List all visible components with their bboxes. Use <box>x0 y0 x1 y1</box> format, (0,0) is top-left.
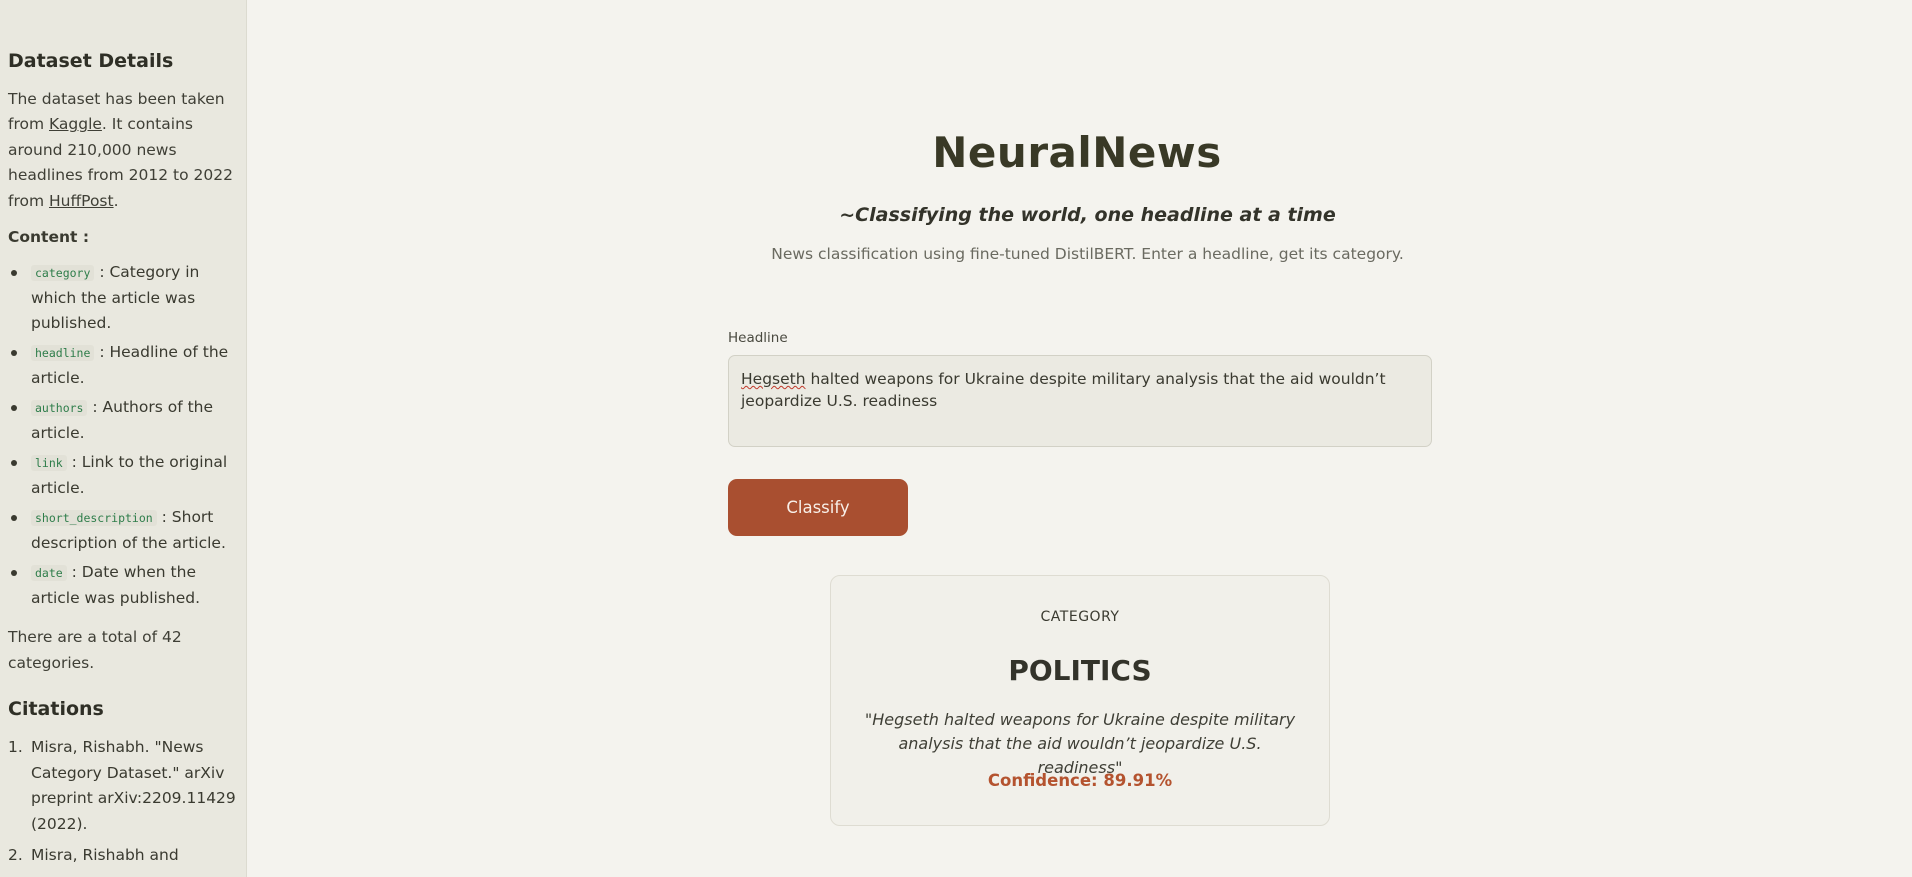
headline-input[interactable]: Hegseth halted weapons for Ukraine despi… <box>728 355 1432 447</box>
field-name: link <box>31 455 67 472</box>
main-content: NeuralNews ~Classifying the world, one h… <box>247 0 1912 877</box>
citations-heading: Citations <box>8 698 104 721</box>
headline-misspelled-word: Hegseth <box>741 370 806 388</box>
field-item: headline : Headline of the article. <box>11 340 238 391</box>
field-name: date <box>31 565 67 582</box>
app-title: NeuralNews <box>932 128 1222 177</box>
app-tagline: ~Classifying the world, one headline at … <box>839 204 1336 226</box>
dataset-intro-text-3: . <box>113 191 119 210</box>
content-label: Content : <box>8 228 90 247</box>
field-name: short_description <box>31 510 157 527</box>
dataset-intro: The dataset has been taken from Kaggle. … <box>8 87 238 215</box>
dataset-details-heading: Dataset Details <box>8 50 174 72</box>
classify-button[interactable]: Classify <box>728 479 908 536</box>
total-categories: There are a total of 42 categories. <box>8 628 182 672</box>
sidebar: Dataset Details The dataset has been tak… <box>0 0 247 877</box>
field-item: link : Link to the original article. <box>11 450 238 501</box>
result-headline-quote: "Hegseth halted weapons for Ukraine desp… <box>864 710 1296 777</box>
field-item: date : Date when the article was publish… <box>11 560 238 611</box>
field-name: category <box>31 265 95 282</box>
field-item: short_description : Short description of… <box>11 505 238 556</box>
result-category: POLITICS <box>1008 654 1152 687</box>
fields-list: category : Category in which the article… <box>8 260 238 611</box>
citations-list: Misra, Rishabh. "News Category Dataset."… <box>8 735 238 869</box>
result-kicker: CATEGORY <box>1040 609 1120 625</box>
field-item: authors : Authors of the article. <box>11 395 238 446</box>
kaggle-link[interactable]: Kaggle <box>49 115 102 133</box>
citation-item: Misra, Rishabh. "News Category Dataset."… <box>8 735 236 833</box>
field-name: authors <box>31 400 88 417</box>
huffpost-link[interactable]: HuffPost <box>49 192 114 210</box>
app-subtitle: News classification using fine-tuned Dis… <box>771 245 1404 263</box>
citation-item: Misra, Rishabh and <box>8 843 179 868</box>
result-confidence: Confidence: 89.91% <box>987 771 1173 790</box>
result-card: CATEGORY POLITICS "Hegseth halted weapon… <box>830 575 1330 826</box>
headline-label: Headline <box>728 330 788 346</box>
headline-form: Headline Hegseth halted weapons for Ukra… <box>728 330 1432 447</box>
headline-input-text: halted weapons for Ukraine despite milit… <box>741 370 1386 410</box>
field-item: category : Category in which the article… <box>11 260 238 336</box>
field-name: headline <box>31 345 95 362</box>
